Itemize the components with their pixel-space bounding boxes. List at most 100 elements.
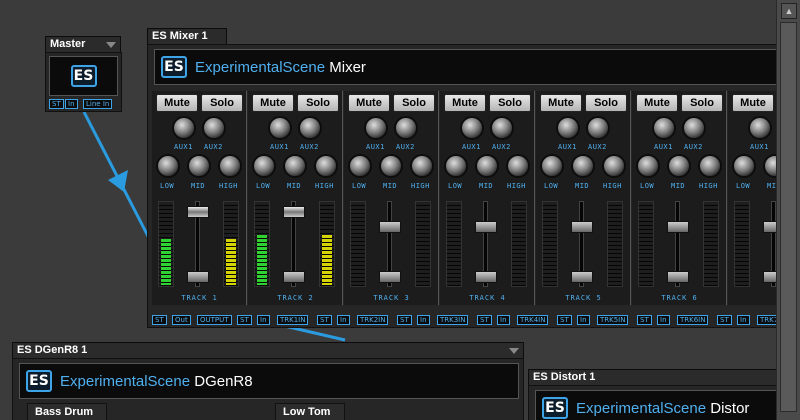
port-label[interactable]: In (657, 315, 670, 325)
port-label[interactable]: TRK6IN (677, 315, 709, 325)
aux2-knob[interactable] (490, 116, 514, 140)
mute-button[interactable]: Mute (636, 94, 678, 112)
port-label[interactable]: ST (717, 315, 732, 325)
low-knob[interactable] (540, 154, 564, 178)
low-knob[interactable] (444, 154, 468, 178)
pan-fader[interactable] (667, 271, 689, 283)
low-knob[interactable] (732, 154, 756, 178)
port-label[interactable]: ST (397, 315, 412, 325)
port-label[interactable]: In (737, 315, 750, 325)
port-label[interactable]: TRK4IN (517, 315, 549, 325)
volume-fader[interactable] (475, 221, 497, 233)
solo-button[interactable]: Solo (681, 94, 723, 112)
port-label[interactable]: ST (237, 315, 252, 325)
high-knob[interactable] (698, 154, 722, 178)
mute-button[interactable]: Mute (348, 94, 390, 112)
port-label[interactable]: Out (172, 315, 191, 325)
port-label[interactable]: In (257, 315, 270, 325)
port-label[interactable]: ST (152, 315, 167, 325)
pan-fader[interactable] (187, 271, 209, 283)
mute-button[interactable]: Mute (156, 94, 198, 112)
mute-button[interactable]: Mute (540, 94, 582, 112)
port-label[interactable]: In (497, 315, 510, 325)
solo-button[interactable]: Solo (201, 94, 243, 112)
mixer-title-tab[interactable]: ES Mixer 1 (147, 28, 227, 44)
volume-fader[interactable] (187, 206, 209, 218)
chevron-down-icon[interactable] (106, 42, 116, 48)
pan-fader[interactable] (379, 271, 401, 283)
chevron-down-icon[interactable] (509, 348, 519, 354)
port-label[interactable]: TRK1IN (277, 315, 309, 325)
volume-fader[interactable] (283, 206, 305, 218)
aux1-knob[interactable] (556, 116, 580, 140)
mute-button[interactable]: Mute (252, 94, 294, 112)
port-label[interactable]: ST (49, 99, 64, 109)
port-label[interactable]: In (417, 315, 430, 325)
low-knob[interactable] (636, 154, 660, 178)
scroll-thumb[interactable] (780, 22, 797, 412)
pan-fader[interactable] (571, 271, 593, 283)
aux1-knob[interactable] (652, 116, 676, 140)
distort-title-tab[interactable]: ES Distort 1 (528, 369, 778, 385)
port-label[interactable]: TRK5IN (597, 315, 629, 325)
aux1-knob[interactable] (460, 116, 484, 140)
port-label[interactable]: TRK3IN (437, 315, 469, 325)
aux2-knob[interactable] (586, 116, 610, 140)
mixer-window[interactable]: ES ExperimentalScene Mixer Mute Solo AUX… (147, 44, 800, 328)
level-meter-right (607, 201, 623, 287)
mid-knob[interactable] (283, 154, 307, 178)
aux2-knob[interactable] (298, 116, 322, 140)
dgenr8-title-tab[interactable]: ES DGenR8 1 (12, 342, 524, 358)
low-knob[interactable] (348, 154, 372, 178)
aux2-knob[interactable] (202, 116, 226, 140)
pan-fader[interactable] (475, 271, 497, 283)
mid-knob[interactable] (379, 154, 403, 178)
patch-canvas[interactable]: Master ES ST In Line In ES Mixer 1 ES Ex… (0, 0, 800, 420)
pan-fader[interactable] (283, 271, 305, 283)
mute-button[interactable]: Mute (732, 94, 774, 112)
volume-fader[interactable] (379, 221, 401, 233)
high-knob[interactable] (410, 154, 434, 178)
high-knob[interactable] (314, 154, 338, 178)
port-label[interactable]: OUTPUT (197, 315, 232, 325)
high-knob[interactable] (506, 154, 530, 178)
vertical-scrollbar[interactable]: ▲ (776, 0, 800, 420)
volume-fader[interactable] (571, 221, 593, 233)
port-label[interactable]: In (337, 315, 350, 325)
port-label[interactable]: ST (477, 315, 492, 325)
port-label[interactable]: TRK2IN (357, 315, 389, 325)
aux2-knob[interactable] (394, 116, 418, 140)
aux2-label: AUX2 (684, 143, 703, 151)
solo-button[interactable]: Solo (585, 94, 627, 112)
port-label[interactable]: ST (317, 315, 332, 325)
high-knob[interactable] (218, 154, 242, 178)
distort-window[interactable]: ES ExperimentalScene Distor (528, 385, 779, 420)
aux1-knob[interactable] (268, 116, 292, 140)
aux2-knob[interactable] (682, 116, 706, 140)
master-module[interactable]: ES ST In Line In (45, 52, 122, 112)
aux1-knob[interactable] (748, 116, 772, 140)
high-knob[interactable] (602, 154, 626, 178)
port-label[interactable]: In (577, 315, 590, 325)
mid-knob[interactable] (667, 154, 691, 178)
volume-fader[interactable] (667, 221, 689, 233)
mid-knob[interactable] (187, 154, 211, 178)
low-knob[interactable] (252, 154, 276, 178)
master-title-tab[interactable]: Master (45, 36, 121, 52)
solo-button[interactable]: Solo (489, 94, 531, 112)
mute-button[interactable]: Mute (444, 94, 486, 112)
mid-label: MID (671, 182, 686, 190)
port-label[interactable]: ST (637, 315, 652, 325)
scroll-up-icon[interactable]: ▲ (781, 3, 797, 19)
port-label[interactable]: ST (557, 315, 572, 325)
solo-button[interactable]: Solo (297, 94, 339, 112)
aux1-knob[interactable] (172, 116, 196, 140)
mid-knob[interactable] (475, 154, 499, 178)
port-label[interactable]: Line In (83, 99, 113, 109)
low-knob[interactable] (156, 154, 180, 178)
solo-button[interactable]: Solo (393, 94, 435, 112)
dgenr8-window[interactable]: ES ExperimentalScene DGenR8 Bass Drum Lo… (12, 358, 524, 420)
mid-knob[interactable] (571, 154, 595, 178)
port-label[interactable]: In (65, 99, 78, 109)
aux1-knob[interactable] (364, 116, 388, 140)
